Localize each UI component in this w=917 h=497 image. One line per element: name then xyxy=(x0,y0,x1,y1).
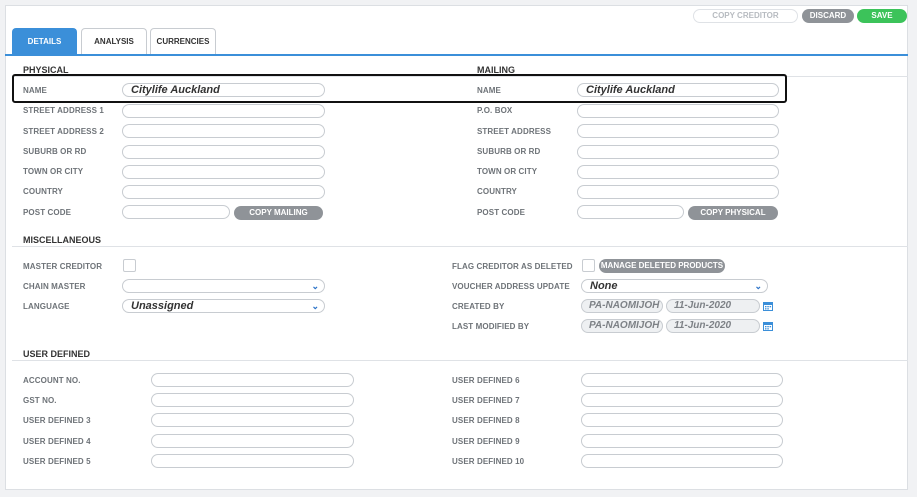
chain-master-select[interactable]: ⌄ xyxy=(122,279,325,293)
created-by-user-field: PA-NAOMIJOH xyxy=(581,299,663,313)
chevron-down-icon: ⌄ xyxy=(754,281,762,291)
manage-deleted-products-button[interactable]: MANAGE DELETED PRODUCTS xyxy=(599,259,725,273)
mailing-name-field[interactable]: Citylife Auckland xyxy=(577,83,779,97)
mailing-name-label: NAME xyxy=(477,86,501,95)
user-defined-3-field[interactable] xyxy=(151,413,354,427)
gst-no-field[interactable] xyxy=(151,393,354,407)
chain-master-label: CHAIN MASTER xyxy=(23,282,86,291)
save-button[interactable]: SAVE xyxy=(857,9,907,23)
mailing-country-label: COUNTRY xyxy=(477,187,517,196)
user-defined-7-field[interactable] xyxy=(581,393,783,407)
physical-postcode-label: POST CODE xyxy=(23,208,72,217)
calendar-icon[interactable] xyxy=(763,301,773,311)
user-defined-10-field[interactable] xyxy=(581,454,783,468)
user-defined-9-field[interactable] xyxy=(581,434,783,448)
physical-name-label: NAME xyxy=(23,86,47,95)
mailing-postcode-field[interactable] xyxy=(577,205,684,219)
master-creditor-checkbox[interactable] xyxy=(123,259,136,272)
mailing-pobox-field[interactable] xyxy=(577,104,779,118)
discard-button[interactable]: DISCARD xyxy=(802,9,854,23)
user-defined-7-label: USER DEFINED 7 xyxy=(452,396,520,405)
tab-details[interactable]: DETAILS xyxy=(12,28,77,54)
user-defined-6-label: USER DEFINED 6 xyxy=(452,376,520,385)
chevron-down-icon: ⌄ xyxy=(311,281,319,291)
user-defined-4-label: USER DEFINED 4 xyxy=(23,437,91,446)
misc-heading: MISCELLANEOUS xyxy=(23,235,102,245)
user-defined-6-field[interactable] xyxy=(581,373,783,387)
user-defined-5-label: USER DEFINED 5 xyxy=(23,457,91,466)
mailing-street-field[interactable] xyxy=(577,124,779,138)
section-rule-misc xyxy=(12,246,908,247)
language-select[interactable]: Unassigned ⌄ xyxy=(122,299,325,313)
physical-town-label: TOWN OR CITY xyxy=(23,167,84,176)
language-value: Unassigned xyxy=(131,300,194,312)
master-creditor-label: MASTER CREDITOR xyxy=(23,262,103,271)
modified-by-user-field: PA-NAOMIJOH xyxy=(581,319,663,333)
physical-country-field[interactable] xyxy=(122,185,325,199)
user-defined-8-field[interactable] xyxy=(581,413,783,427)
copy-physical-button[interactable]: COPY PHYSICAL xyxy=(688,206,778,220)
mailing-country-field[interactable] xyxy=(577,185,779,199)
mailing-town-label: TOWN OR CITY xyxy=(477,167,538,176)
mailing-pobox-label: P.O. BOX xyxy=(477,106,513,115)
account-no-label: ACCOUNT NO. xyxy=(23,376,81,385)
voucher-address-label: VOUCHER ADDRESS UPDATE xyxy=(452,282,570,291)
chevron-down-icon: ⌄ xyxy=(311,301,319,311)
user-defined-4-field[interactable] xyxy=(151,434,354,448)
physical-street2-label: STREET ADDRESS 2 xyxy=(23,127,104,136)
modified-date-field: 11-Jun-2020 xyxy=(666,319,760,333)
user-defined-9-label: USER DEFINED 9 xyxy=(452,437,520,446)
user-defined-10-label: USER DEFINED 10 xyxy=(452,457,525,466)
physical-street1-label: STREET ADDRESS 1 xyxy=(23,106,104,115)
physical-postcode-field[interactable] xyxy=(122,205,230,219)
mailing-town-field[interactable] xyxy=(577,165,779,179)
gst-no-label: GST NO. xyxy=(23,396,57,405)
mailing-suburb-label: SUBURB OR RD xyxy=(477,147,541,156)
physical-country-label: COUNTRY xyxy=(23,187,63,196)
mailing-street-label: STREET ADDRESS xyxy=(477,127,552,136)
calendar-icon[interactable] xyxy=(763,321,773,331)
section-rule-user-defined xyxy=(12,360,908,361)
created-by-label: CREATED BY xyxy=(452,302,505,311)
physical-suburb-label: SUBURB OR RD xyxy=(23,147,87,156)
copy-creditor-button[interactable]: COPY CREDITOR xyxy=(693,9,798,23)
created-date-field: 11-Jun-2020 xyxy=(666,299,760,313)
user-defined-heading: USER DEFINED xyxy=(23,349,91,359)
last-modified-label: LAST MODIFIED BY xyxy=(452,322,530,331)
mailing-suburb-field[interactable] xyxy=(577,145,779,159)
flag-deleted-label: FLAG CREDITOR AS DELETED xyxy=(452,262,573,271)
mailing-postcode-label: POST CODE xyxy=(477,208,526,217)
voucher-address-select[interactable]: None ⌄ xyxy=(581,279,768,293)
tab-analysis[interactable]: ANALYSIS xyxy=(81,28,147,54)
copy-mailing-button[interactable]: COPY MAILING xyxy=(234,206,323,220)
user-defined-5-field[interactable] xyxy=(151,454,354,468)
voucher-address-value: None xyxy=(590,280,618,292)
physical-name-field[interactable]: Citylife Auckland xyxy=(122,83,325,97)
tab-underline xyxy=(5,54,908,56)
account-no-field[interactable] xyxy=(151,373,354,387)
flag-deleted-checkbox[interactable] xyxy=(582,259,595,272)
physical-town-field[interactable] xyxy=(122,165,325,179)
language-label: LANGUAGE xyxy=(23,302,70,311)
tab-currencies[interactable]: CURRENCIES xyxy=(150,28,216,54)
user-defined-8-label: USER DEFINED 8 xyxy=(452,416,520,425)
user-defined-3-label: USER DEFINED 3 xyxy=(23,416,91,425)
physical-street1-field[interactable] xyxy=(122,104,325,118)
physical-suburb-field[interactable] xyxy=(122,145,325,159)
physical-street2-field[interactable] xyxy=(122,124,325,138)
